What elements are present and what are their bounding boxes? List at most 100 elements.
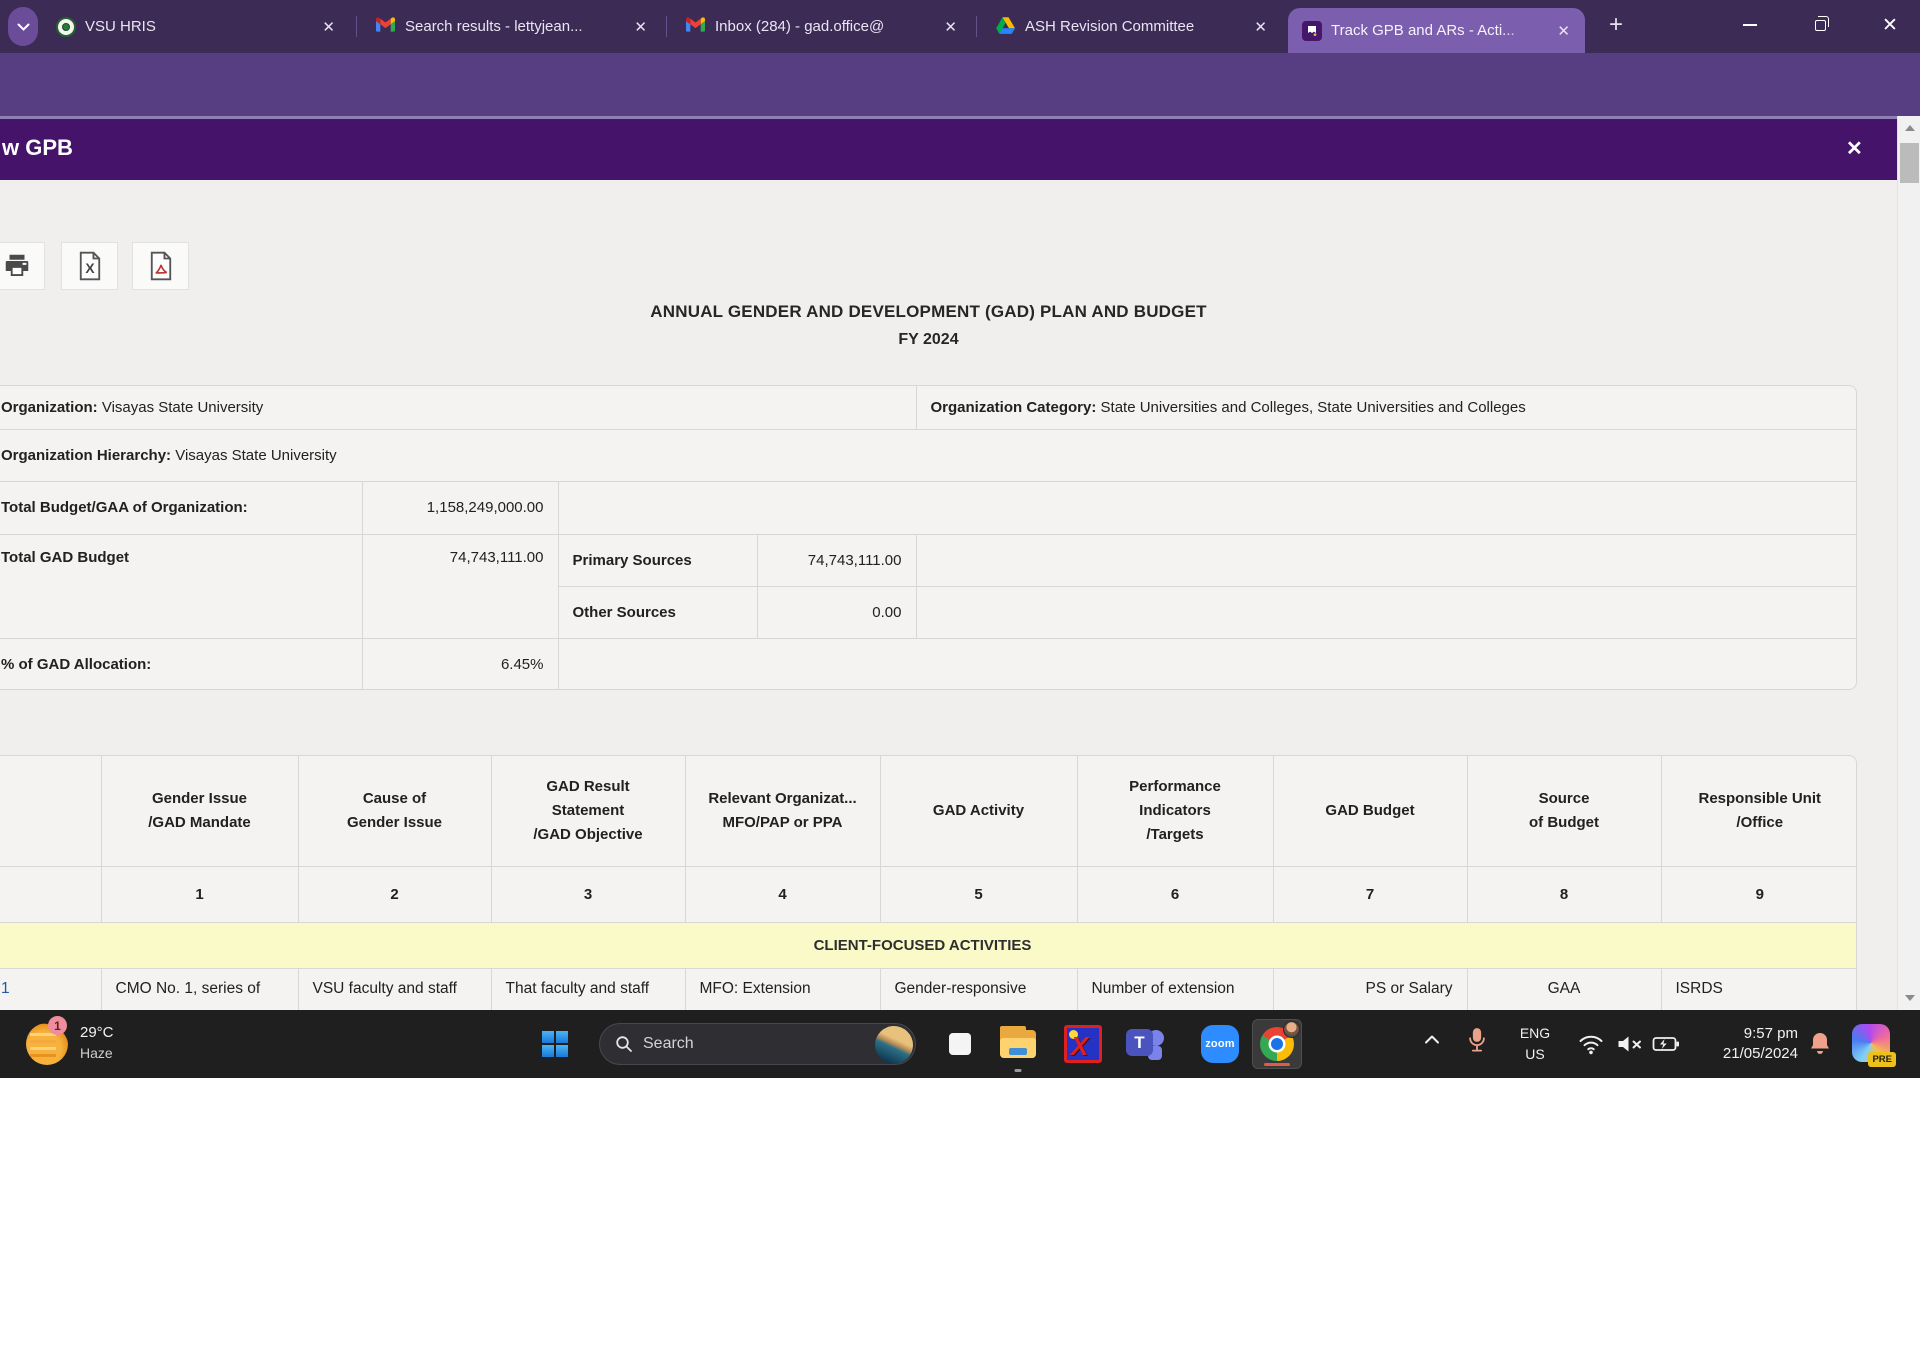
cell-cause: VSU faculty and staff	[298, 968, 491, 1010]
window-close-button[interactable]: ✕	[1868, 0, 1912, 50]
print-icon	[2, 251, 32, 281]
triangle-up-icon	[1905, 125, 1915, 131]
chrome-profile-avatar	[1283, 1021, 1300, 1038]
file-explorer-button[interactable]	[999, 1025, 1037, 1063]
battery-charging-icon[interactable]	[1652, 1034, 1680, 1054]
teams-icon: T	[1126, 1026, 1164, 1062]
scroll-up-arrow[interactable]	[1898, 120, 1920, 136]
export-excel-button[interactable]: X	[61, 242, 118, 290]
col-header-budget: GAD Budget	[1273, 756, 1467, 866]
start-button[interactable]	[542, 1031, 568, 1057]
gpb-section-row: CLIENT-FOCUSED ACTIVITIES	[0, 922, 1857, 968]
close-icon[interactable]: ✕	[319, 18, 338, 36]
weather-condition: Haze	[80, 1043, 114, 1063]
weather-widget[interactable]: 29°C Haze	[80, 1023, 114, 1063]
category-label: Organization Category:	[931, 399, 1097, 416]
chrome-button-active[interactable]	[1252, 1019, 1302, 1069]
windows-logo-icon	[542, 1031, 554, 1043]
search-icon	[615, 1035, 633, 1053]
scroll-down-arrow[interactable]	[1898, 990, 1920, 1006]
category-value: State Universities and Colleges, State U…	[1101, 399, 1526, 416]
col-header-source: Source of Budget	[1467, 756, 1661, 866]
category-cell: Organization Category: State Universitie…	[916, 386, 1857, 429]
gpb-data-row[interactable]: 1 CMO No. 1, series of VSU faculty and s…	[0, 968, 1857, 1010]
close-icon[interactable]: ✕	[1554, 22, 1573, 40]
volume-muted-icon[interactable]	[1616, 1033, 1644, 1055]
table-row: Total GAD Budget 74,743,111.00 Primary S…	[0, 534, 1857, 586]
tab-title: VSU HRIS	[85, 18, 310, 35]
tab-search-results[interactable]: Search results - lettyjean... ✕	[362, 0, 662, 53]
tab-search-button[interactable]	[8, 7, 38, 46]
other-sources-value: 0.00	[757, 586, 916, 638]
colnum-cell: 5	[880, 866, 1077, 922]
taskbar-clock[interactable]: 9:57 pm 21/05/2024	[1690, 1024, 1798, 1064]
vsu-seal-icon	[56, 17, 76, 37]
tab-title: Search results - lettyjean...	[405, 18, 622, 35]
weather-badge: 1	[48, 1016, 67, 1035]
tab-track-gpb-active[interactable]: Track GPB and ARs - Acti... ✕	[1288, 8, 1585, 53]
print-button[interactable]	[0, 242, 45, 290]
taskbar-search[interactable]: Search	[599, 1023, 916, 1065]
notification-bell-icon[interactable]	[1808, 1031, 1832, 1057]
running-indicator	[1015, 1069, 1022, 1072]
modal-close-button[interactable]: ✕	[1846, 136, 1863, 161]
triangle-down-icon	[1905, 995, 1915, 1001]
cell-gender-issue: CMO No. 1, series of	[101, 968, 298, 1010]
close-icon[interactable]: ✕	[1251, 18, 1270, 36]
scrollbar-thumb[interactable]	[1900, 143, 1919, 183]
empty-cell	[916, 534, 1857, 586]
row-header-cell	[0, 756, 101, 866]
copilot-button[interactable]: PRE	[1852, 1024, 1890, 1062]
close-icon[interactable]: ✕	[631, 18, 650, 36]
browser-toolbar: gmms.pcw.gov.ph/action/track_gpb_ars/ ⋮	[0, 53, 1920, 116]
new-tab-button[interactable]: +	[1600, 10, 1632, 42]
microphone-indicator[interactable]	[1466, 1026, 1488, 1056]
photo-app-button[interactable]: X	[1064, 1025, 1102, 1063]
teams-button[interactable]: T	[1126, 1025, 1164, 1063]
language-line1: ENG	[1512, 1023, 1558, 1044]
org-summary-table: Organization: Visayas State University O…	[0, 385, 1857, 690]
gad-budget-label-cell: Total GAD Budget	[0, 534, 362, 638]
hierarchy-label: Organization Hierarchy:	[1, 447, 171, 464]
primary-sources-label-cell: Primary Sources	[558, 534, 757, 586]
organization-label: Organization:	[1, 399, 98, 416]
col-header-gender-issue: Gender Issue /GAD Mandate	[101, 756, 298, 866]
tab-vsu-hris[interactable]: VSU HRIS ✕	[42, 0, 350, 53]
colnum-cell: 3	[491, 866, 685, 922]
organization-value: Visayas State University	[102, 399, 263, 416]
task-view-button[interactable]	[941, 1025, 979, 1063]
vertical-scrollbar[interactable]	[1897, 116, 1920, 1010]
close-icon[interactable]: ✕	[941, 18, 960, 36]
row-number-link[interactable]: 1	[0, 968, 101, 1010]
tab-ash-revision[interactable]: ASH Revision Committee ✕	[982, 0, 1282, 53]
gpb-table: Gender Issue /GAD Mandate Cause of Gende…	[0, 755, 1857, 1010]
document-title: ANNUAL GENDER AND DEVELOPMENT (GAD) PLAN…	[0, 302, 1857, 349]
other-sources-label-cell: Other Sources	[558, 586, 757, 638]
empty-cell	[916, 586, 1857, 638]
language-indicator[interactable]: ENG US	[1512, 1023, 1558, 1065]
photo-app-icon: X	[1064, 1025, 1102, 1063]
search-weather-thumbnail	[875, 1026, 913, 1064]
col-header-result: GAD Result Statement /GAD Objective	[491, 756, 685, 866]
clock-time: 9:57 pm	[1690, 1024, 1798, 1044]
hidden-icons-button[interactable]	[1424, 1034, 1440, 1044]
wifi-icon[interactable]	[1578, 1033, 1604, 1055]
window-maximize-button[interactable]	[1798, 0, 1842, 50]
gpb-colnum-row: 1 2 3 4 5 6 7 8 9	[0, 866, 1857, 922]
export-pdf-button[interactable]	[132, 242, 189, 290]
chevron-down-icon	[17, 23, 30, 31]
hierarchy-cell: Organization Hierarchy: Visayas State Un…	[0, 429, 1857, 481]
cell-source: GAA	[1467, 968, 1661, 1010]
minimize-icon	[1743, 24, 1757, 26]
colnum-cell: 8	[1467, 866, 1661, 922]
excel-file-icon: X	[76, 251, 104, 281]
google-drive-icon	[996, 17, 1016, 37]
copilot-pre-badge: PRE	[1868, 1052, 1896, 1067]
language-line2: US	[1512, 1044, 1558, 1065]
table-row: % of GAD Allocation: 6.45%	[0, 638, 1857, 690]
window-minimize-button[interactable]	[1728, 0, 1772, 50]
colnum-cell: 9	[1661, 866, 1857, 922]
tab-inbox[interactable]: Inbox (284) - gad.office@ ✕	[672, 0, 972, 53]
zoom-button[interactable]: zoom	[1201, 1025, 1239, 1063]
active-app-indicator	[1264, 1063, 1290, 1066]
